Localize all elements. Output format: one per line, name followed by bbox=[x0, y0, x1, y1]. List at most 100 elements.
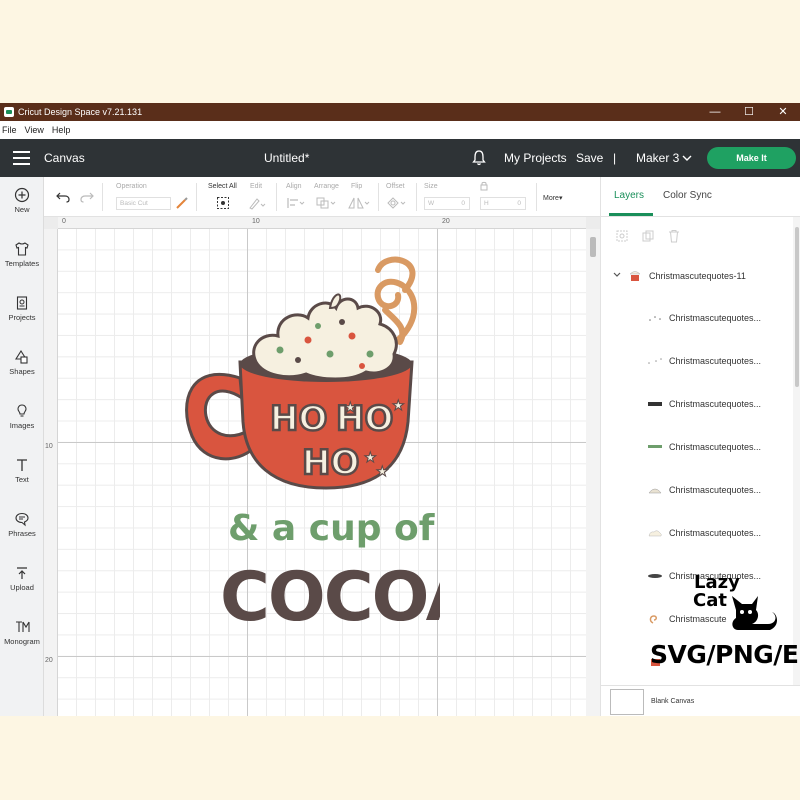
ruler-tick-v10: 10 bbox=[45, 443, 53, 450]
frame-bottom bbox=[0, 716, 800, 800]
layer-name: Christmascutequotes... bbox=[669, 399, 762, 409]
cocoa-text: COCOA bbox=[220, 558, 440, 630]
group-icon[interactable] bbox=[615, 229, 629, 243]
tab-color-sync[interactable]: Color Sync bbox=[663, 190, 712, 201]
layers-panel: Layers Color Sync Christmascutequotes-11… bbox=[600, 177, 800, 716]
make-it-button[interactable]: Make It bbox=[707, 147, 796, 169]
sidebar-item-text[interactable]: Text bbox=[0, 457, 44, 484]
layer-name: Christmascutequotes... bbox=[669, 313, 762, 323]
machine-selector[interactable]: Maker 3 bbox=[636, 151, 679, 165]
redo-icon[interactable] bbox=[80, 191, 94, 203]
offset-label: Offset bbox=[386, 183, 405, 190]
pen-color-icon[interactable] bbox=[175, 196, 189, 210]
layer-group-row[interactable]: Christmascutequotes-11 bbox=[601, 267, 791, 289]
width-prefix: W bbox=[428, 200, 435, 207]
active-tab-indicator bbox=[609, 213, 653, 216]
edit-icon[interactable] bbox=[248, 196, 266, 210]
sidebar-label-projects: Projects bbox=[8, 313, 36, 322]
sidebar-label-text: Text bbox=[15, 475, 29, 484]
green-text-thumbnail-icon bbox=[648, 445, 662, 448]
swirl-thumbnail-icon bbox=[649, 615, 657, 624]
layer-row[interactable]: Christmascutequotes... bbox=[637, 471, 791, 514]
chevron-down-icon[interactable] bbox=[682, 154, 692, 162]
arrange-label: Arrange bbox=[314, 183, 339, 190]
tab-layers[interactable]: Layers bbox=[614, 190, 644, 201]
height-prefix: H bbox=[484, 200, 489, 207]
blank-canvas-row[interactable]: Blank Canvas bbox=[601, 685, 800, 716]
lock-icon[interactable] bbox=[480, 181, 488, 191]
align-icon[interactable] bbox=[286, 197, 306, 209]
badge-cat: Cat bbox=[693, 590, 727, 611]
ruler-tick-20: 20 bbox=[442, 218, 450, 225]
left-sidebar: New Templates Projects Shapes Images Tex… bbox=[0, 177, 44, 716]
bulb-icon bbox=[17, 404, 27, 417]
hamburger-menu-icon[interactable] bbox=[13, 151, 30, 165]
chevron-down-icon[interactable] bbox=[613, 272, 621, 278]
sidebar-item-monogram[interactable]: Monogram bbox=[0, 619, 44, 646]
sidebar-item-images[interactable]: Images bbox=[0, 403, 44, 430]
sidebar-label-upload: Upload bbox=[10, 583, 34, 592]
more-menu[interactable]: More▾ bbox=[543, 194, 562, 202]
my-projects-link[interactable]: My Projects bbox=[504, 151, 567, 165]
sidebar-item-upload[interactable]: Upload bbox=[0, 565, 44, 592]
cocoa-mug-design[interactable]: HO HO HO ★ ★ ★ ★ & a cup of COCOA bbox=[180, 250, 440, 630]
flip-icon[interactable] bbox=[348, 197, 370, 209]
height-input[interactable]: H0 bbox=[480, 197, 526, 210]
offset-icon[interactable] bbox=[386, 196, 408, 210]
select-all-label: Select All bbox=[208, 183, 237, 190]
save-button[interactable]: Save bbox=[576, 151, 603, 165]
window-controls: — ☐ ✕ bbox=[698, 103, 800, 121]
arrange-icon[interactable] bbox=[316, 197, 338, 209]
minimize-button[interactable]: — bbox=[698, 103, 732, 121]
star-icon: ★ bbox=[344, 399, 357, 415]
layer-row[interactable]: Christmascutequotes... bbox=[637, 514, 791, 557]
sidebar-item-shapes[interactable]: Shapes bbox=[0, 349, 44, 376]
layer-name: Christmascutequotes... bbox=[669, 442, 762, 452]
layer-name: Christmascutequotes... bbox=[669, 485, 762, 495]
close-button[interactable]: ✕ bbox=[766, 103, 800, 121]
black-cat-icon bbox=[732, 596, 777, 630]
blank-canvas-swatch[interactable] bbox=[610, 689, 644, 715]
notification-bell-icon[interactable] bbox=[472, 150, 486, 166]
dots-thumbnail-icon bbox=[648, 358, 662, 364]
sidebar-item-phrases[interactable]: Phrases bbox=[0, 511, 44, 538]
star-icon: ★ bbox=[364, 449, 377, 465]
select-all-icon[interactable] bbox=[216, 196, 230, 210]
edit-label: Edit bbox=[250, 183, 263, 190]
width-input[interactable]: W0 bbox=[424, 197, 470, 210]
trash-icon[interactable] bbox=[667, 229, 681, 243]
star-icon: ★ bbox=[392, 397, 405, 413]
monogram-icon bbox=[16, 621, 30, 632]
app-header: Canvas Untitled* My Projects Save | Make… bbox=[0, 139, 800, 177]
menu-view[interactable]: View bbox=[25, 125, 44, 135]
menu-bar: File View Help bbox=[0, 121, 800, 139]
panel-scrollbar[interactable] bbox=[793, 217, 800, 685]
operation-dropdown[interactable]: Basic Cut bbox=[116, 197, 171, 210]
layer-row[interactable]: Christmascutequotes... bbox=[637, 385, 791, 428]
layer-name: Christmascute bbox=[669, 614, 727, 624]
layer-row[interactable]: Christmascutequotes... bbox=[637, 299, 791, 342]
undo-icon[interactable] bbox=[56, 191, 70, 203]
duplicate-icon[interactable] bbox=[641, 229, 655, 243]
layer-row[interactable]: Christmascutequotes... bbox=[637, 428, 791, 471]
section-title: Canvas bbox=[44, 151, 85, 165]
sidebar-item-templates[interactable]: Templates bbox=[0, 241, 44, 268]
sidebar-item-new[interactable]: New bbox=[0, 187, 44, 214]
menu-file[interactable]: File bbox=[2, 125, 17, 135]
canvas-scrollbar[interactable] bbox=[586, 229, 600, 716]
ellipse-thumbnail-icon bbox=[648, 574, 662, 578]
menu-help[interactable]: Help bbox=[52, 125, 71, 135]
ho-text-3: HO bbox=[302, 443, 359, 483]
ruler-tick-10: 10 bbox=[252, 218, 260, 225]
layer-row[interactable]: Christmascutequotes... bbox=[637, 342, 791, 385]
cricut-app-icon bbox=[4, 107, 14, 117]
star-icon: ★ bbox=[376, 463, 389, 479]
layer-name: Christmascutequotes... bbox=[669, 528, 762, 538]
height-value: 0 bbox=[517, 200, 521, 207]
document-title[interactable]: Untitled* bbox=[264, 151, 309, 165]
sidebar-item-projects[interactable]: Projects bbox=[0, 295, 44, 322]
maximize-button[interactable]: ☐ bbox=[732, 103, 766, 121]
whipped-cream bbox=[252, 297, 398, 381]
layer-group-name: Christmascutequotes-11 bbox=[649, 271, 746, 281]
shapes-icon bbox=[15, 349, 28, 364]
